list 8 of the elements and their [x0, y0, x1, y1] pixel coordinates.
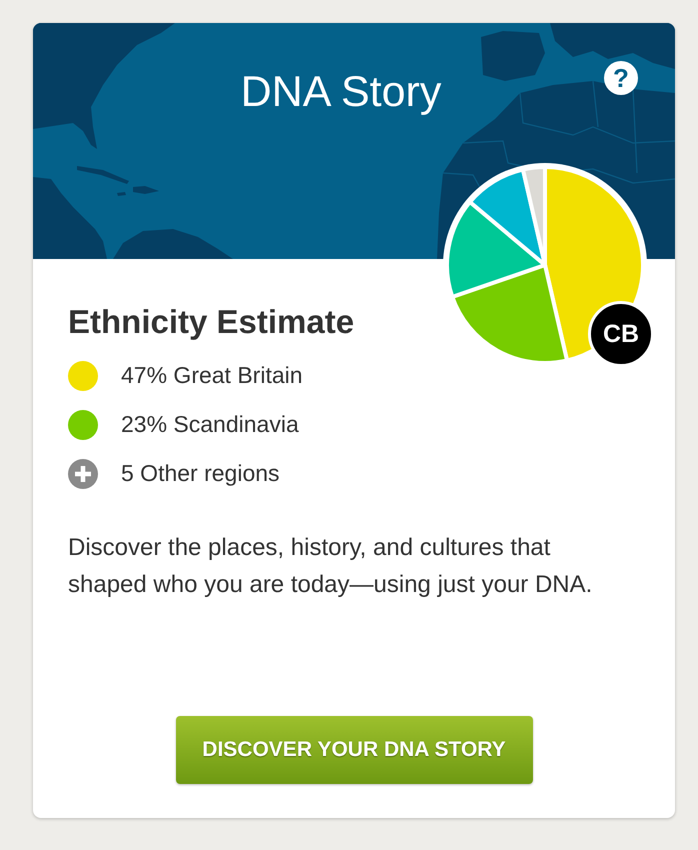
legend-label: 23% Scandinavia [121, 411, 299, 438]
plus-icon [68, 458, 98, 488]
legend-label: 47% Great Britain [121, 362, 303, 389]
section-title: Ethnicity Estimate [68, 302, 354, 342]
other-regions-link[interactable]: 5 Other regions [68, 449, 280, 498]
avatar-initials: CB [588, 301, 654, 367]
description-text: Discover the places, history, and cultures that shaped who you are today—using just your DNA. [68, 533, 594, 600]
card-title: DNA Story [240, 67, 442, 117]
